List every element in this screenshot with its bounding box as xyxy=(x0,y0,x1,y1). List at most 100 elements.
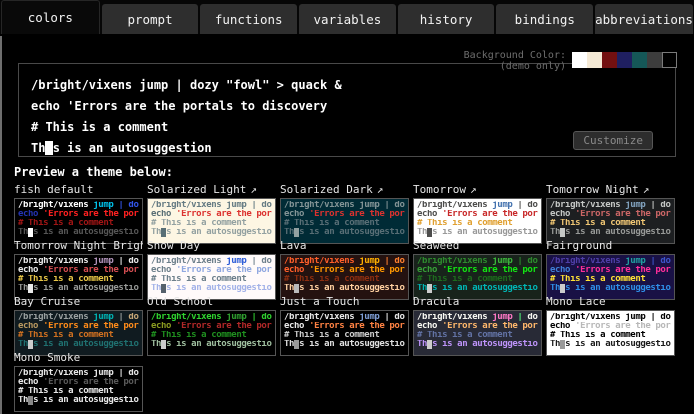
theme-name[interactable]: Solarized Dark↗ xyxy=(280,184,409,197)
theme-name[interactable]: Tomorrow Night Bright↗ xyxy=(14,240,143,253)
token-string: 'Errors are the portals to discovery xyxy=(67,99,327,113)
theme-card[interactable]: Tomorrow Night Bright↗/bright/vixens jum… xyxy=(14,240,143,296)
external-link-icon[interactable]: ↗ xyxy=(643,184,650,196)
background-swatch-dark-red[interactable] xyxy=(602,52,617,68)
token-autosuggestion: s is an autosuggestion xyxy=(432,228,538,237)
token-echo: echo xyxy=(151,322,176,331)
token-command2: dozy xyxy=(261,257,272,266)
mini-terminal: /bright/vixens jump | dozy "fowl" > quac… xyxy=(413,310,542,356)
token-string: 'Errors are the portals to discovery xyxy=(43,322,139,331)
theme-name[interactable]: Seaweed xyxy=(413,240,542,253)
theme-card[interactable]: Tomorrow Night↗/bright/vixens jump | doz… xyxy=(546,184,675,240)
token-command: jump xyxy=(93,313,113,322)
token-autosuggestion: Th xyxy=(31,141,45,155)
theme-card[interactable]: Mono Smoke/bright/vixens jump | dozy "fo… xyxy=(14,352,143,408)
token-pipe: | xyxy=(512,201,527,210)
background-swatch-black[interactable] xyxy=(662,52,677,68)
theme-name[interactable]: Snow Day xyxy=(147,240,276,253)
token-comment: # This is a comment xyxy=(417,219,512,228)
theme-card[interactable]: Solarized Light↗/bright/vixens jump | do… xyxy=(147,184,276,240)
external-link-icon[interactable]: ↗ xyxy=(470,184,477,196)
token-path: /bright/vixens xyxy=(550,313,625,322)
theme-card[interactable]: Seaweed/bright/vixens jump | dozy "fowl"… xyxy=(413,240,542,296)
token-autosuggestion: s is an autosuggestion xyxy=(33,228,139,237)
theme-card[interactable]: Bay Cruise/bright/vixens jump | dozy "fo… xyxy=(14,296,143,352)
theme-card[interactable]: Old School/bright/vixens jump | dozy "fo… xyxy=(147,296,276,352)
theme-name[interactable]: Bay Cruise xyxy=(14,296,143,309)
token-command2: dozy xyxy=(128,369,139,378)
token-echo: echo xyxy=(417,266,442,275)
token-pipe: | xyxy=(246,313,261,322)
token-command2: dozy xyxy=(394,313,405,322)
token-string: 'Errors are the portals to discovery xyxy=(442,210,538,219)
token-command: jump xyxy=(359,257,379,266)
tab-abbreviations[interactable]: abbreviations xyxy=(595,4,693,34)
token-string: 'Errors are the portals to discovery xyxy=(309,322,405,331)
mini-terminal: /bright/vixens jump | dozy "fowl" > quac… xyxy=(413,254,542,300)
token-echo: echo xyxy=(550,210,575,219)
token-echo: echo xyxy=(550,266,575,275)
theme-name[interactable]: Solarized Light↗ xyxy=(147,184,276,197)
mini-terminal: /bright/vixens jump | dozy "fowl" > quac… xyxy=(546,254,675,300)
theme-card[interactable]: Lava/bright/vixens jump | dozy "fowl" > … xyxy=(280,240,409,296)
tab-prompt[interactable]: prompt xyxy=(102,4,199,34)
token-command2: dozy xyxy=(190,78,219,92)
tab-bindings[interactable]: bindings xyxy=(496,4,593,34)
theme-name[interactable]: Mono Smoke xyxy=(14,352,143,365)
token-path: /bright/vixens xyxy=(151,257,226,266)
background-swatch-ivory[interactable] xyxy=(587,52,602,68)
theme-name[interactable]: Tomorrow↗ xyxy=(413,184,542,197)
token-comment: # This is a comment xyxy=(550,275,645,284)
tab-history[interactable]: history xyxy=(398,4,495,34)
mini-terminal: /bright/vixens jump | dozy "fowl" > quac… xyxy=(546,310,675,356)
token-comment: # This is a comment xyxy=(18,331,113,340)
theme-name[interactable]: Tomorrow Night↗ xyxy=(546,184,675,197)
token-pipe: | xyxy=(113,257,128,266)
token-echo: echo xyxy=(18,378,43,387)
background-swatch-dark-gray[interactable] xyxy=(647,52,662,68)
theme-name[interactable]: Dracula xyxy=(413,296,542,309)
token-command: jump xyxy=(139,78,168,92)
tab-functions[interactable]: functions xyxy=(200,4,297,34)
external-link-icon[interactable]: ↗ xyxy=(250,184,257,196)
theme-name[interactable]: Mono Lace xyxy=(546,296,675,309)
theme-card[interactable]: Dracula/bright/vixens jump | dozy "fowl"… xyxy=(413,296,542,352)
background-swatch-white[interactable] xyxy=(572,52,587,68)
background-swatch-row xyxy=(572,52,677,68)
token-path: /bright/vixens xyxy=(18,257,93,266)
theme-name[interactable]: Just a Touch xyxy=(280,296,409,309)
theme-name[interactable]: Lava xyxy=(280,240,409,253)
theme-card[interactable]: Tomorrow↗/bright/vixens jump | dozy "fow… xyxy=(413,184,542,240)
token-command2: dozy xyxy=(128,257,139,266)
theme-card[interactable]: Snow Day/bright/vixens jump | dozy "fowl… xyxy=(147,240,276,296)
tab-variables[interactable]: variables xyxy=(299,4,396,34)
token-command2: dozy xyxy=(394,257,405,266)
token-comment: # This is a comment xyxy=(151,331,246,340)
external-link-icon[interactable]: ↗ xyxy=(377,184,384,196)
token-path: /bright/vixens xyxy=(417,257,492,266)
theme-card[interactable]: Fairground/bright/vixens jump | dozy "fo… xyxy=(546,240,675,296)
theme-name[interactable]: fish default xyxy=(14,184,143,197)
token-autosuggestion: Th xyxy=(18,228,28,237)
theme-card[interactable]: Solarized Dark↗/bright/vixens jump | doz… xyxy=(280,184,409,240)
background-swatch-navy[interactable] xyxy=(617,52,632,68)
token-autosuggestion: Th xyxy=(151,340,161,349)
token-string: 'Errors are the portals to discovery xyxy=(442,266,538,275)
theme-name[interactable]: Old School xyxy=(147,296,276,309)
tab-colors[interactable]: colors xyxy=(1,0,100,34)
token-command: jump xyxy=(226,201,246,210)
mini-terminal: /bright/vixens jump | dozy "fowl" > quac… xyxy=(14,198,143,244)
fish-config-colors-page: colorspromptfunctionsvariableshistorybin… xyxy=(0,0,694,414)
token-echo: echo xyxy=(31,99,67,113)
theme-card[interactable]: Mono Lace/bright/vixens jump | dozy "fow… xyxy=(546,296,675,352)
token-path: /bright/vixens xyxy=(550,201,625,210)
customize-button[interactable]: Customize xyxy=(573,131,653,150)
theme-card[interactable]: fish default/bright/vixens jump | dozy "… xyxy=(14,184,143,240)
token-echo: echo xyxy=(284,266,309,275)
mini-terminal: /bright/vixens jump | dozy "fowl" > quac… xyxy=(413,198,542,244)
background-swatch-teal[interactable] xyxy=(632,52,647,68)
token-comment: # This is a comment xyxy=(18,387,113,396)
theme-name[interactable]: Fairground xyxy=(546,240,675,253)
theme-card[interactable]: Just a Touch/bright/vixens jump | dozy "… xyxy=(280,296,409,352)
token-path: /bright/vixens xyxy=(151,201,226,210)
